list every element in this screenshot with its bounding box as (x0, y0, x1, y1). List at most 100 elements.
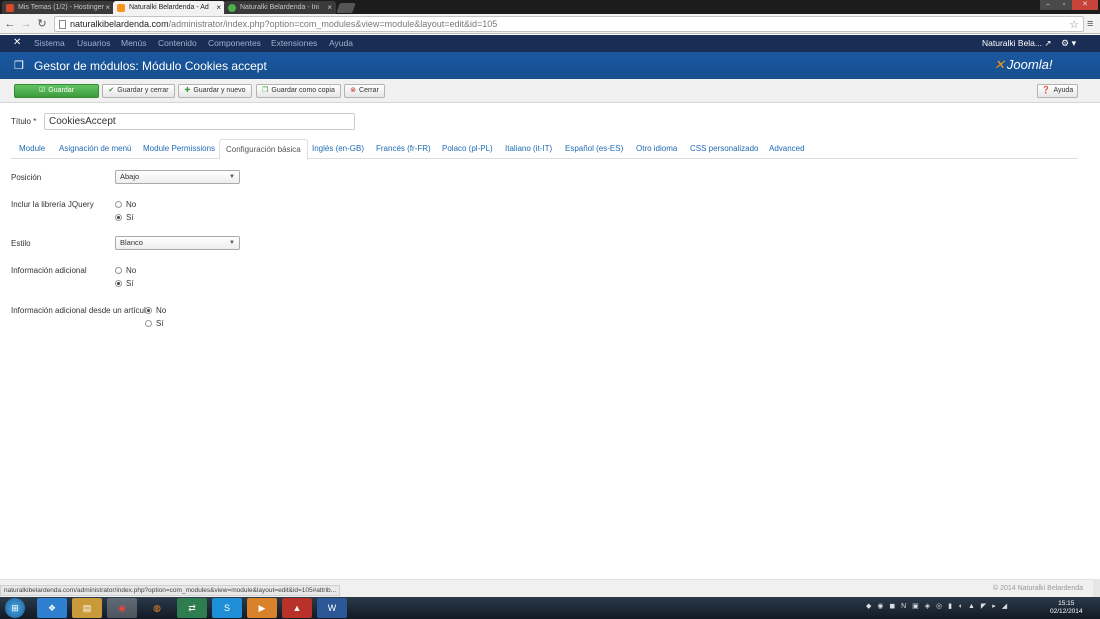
system-tray[interactable]: ◆ ◉ ◼ N ▣ ◈ ◎ ▮ ◖ ▲ ◤ ▸ ◢ (866, 602, 1009, 610)
tab-css-personalizado[interactable]: CSS personalizado (690, 139, 758, 159)
info-article-si-radio[interactable] (145, 320, 152, 327)
site-favicon-icon (228, 4, 236, 12)
media-icon[interactable]: ▶ (247, 598, 277, 618)
dropbox-icon[interactable]: ❖ (37, 598, 67, 618)
tab-label: Naturalki Belardenda - Ad (129, 4, 209, 11)
menu-menus[interactable]: Menús (121, 35, 147, 52)
module-cube-icon: ❒ (14, 60, 24, 72)
chevron-down-icon: ▼ (229, 240, 235, 246)
reload-icon[interactable]: ↻ (36, 17, 48, 31)
help-button[interactable]: ❓ Ayuda (1037, 84, 1078, 98)
plus-icon: ✚ (184, 87, 191, 94)
info-no-radio[interactable] (115, 267, 122, 274)
joomla-favicon-icon (117, 4, 125, 12)
menu-sistema[interactable]: Sistema (34, 35, 65, 52)
save-new-button[interactable]: ✚ Guardar y nuevo (178, 84, 252, 98)
title-label: Título * (11, 117, 37, 126)
title-input[interactable]: CookiesAccept (44, 113, 355, 130)
tab-otro-idioma[interactable]: Otro idioma (636, 139, 677, 159)
joomla-logo-icon[interactable]: ✕ (13, 37, 21, 48)
tab-label: Naturalki Belardenda - Ini (240, 4, 319, 11)
browser-tab-admin[interactable]: Naturalki Belardenda - Ad × (113, 1, 225, 14)
tab-frances[interactable]: Francés (fr-FR) (376, 139, 431, 159)
windows-start-icon[interactable]: ⊞ (5, 598, 25, 618)
info-article-no-radio[interactable] (145, 307, 152, 314)
style-label: Estilo (11, 239, 31, 248)
tab-ingles[interactable]: Inglés (en-GB) (312, 139, 364, 159)
close-button[interactable]: ⊗ Cerrar (344, 84, 385, 98)
info-no-label: No (126, 266, 137, 275)
joomla-brand-logo: ✕ Joomla! (994, 57, 1053, 72)
browser-menu-icon[interactable]: ≡ (1087, 18, 1093, 30)
save-close-button[interactable]: ✔ Guardar y cerrar (102, 84, 175, 98)
info-si-label: Sí (126, 279, 134, 288)
page-title: Gestor de módulos: Módulo Cookies accept (34, 59, 267, 73)
browser-tab-hostinger[interactable]: Mis Temas (1/2) - Hostinger × (2, 1, 114, 14)
user-gear-menu[interactable]: ⚙ ▾ (1061, 35, 1076, 52)
menu-ayuda[interactable]: Ayuda (329, 35, 353, 52)
maximize-button[interactable]: ▫ (1056, 0, 1072, 10)
close-tab-icon[interactable]: × (216, 1, 221, 14)
clock[interactable]: 15:15 02/12/2014 (1050, 600, 1083, 616)
page-header: ❒ Gestor de módulos: Módulo Cookies acce… (0, 52, 1100, 79)
skype-icon[interactable]: S (212, 598, 242, 618)
explorer-icon[interactable]: ▤ (72, 598, 102, 618)
jquery-label: Inclur la librería JQuery (11, 200, 94, 209)
firefox-icon[interactable]: ◍ (142, 598, 172, 618)
hostinger-favicon-icon (6, 4, 14, 12)
cancel-icon: ⊗ (350, 87, 357, 94)
tab-espanol[interactable]: Español (es-ES) (565, 139, 623, 159)
browser-tab-site[interactable]: Naturalki Belardenda - Ini × (224, 1, 336, 14)
site-link[interactable]: Naturalki Bela... ↗ (982, 35, 1052, 52)
info-article-label: Información adicional desde un artículo (11, 306, 151, 315)
filezilla-icon[interactable]: ▲ (282, 598, 312, 618)
forward-arrow-icon[interactable]: → (20, 17, 32, 31)
style-select[interactable]: Blanco ▼ (115, 236, 240, 250)
jquery-no-radio[interactable] (115, 201, 122, 208)
copy-icon: ❐ (262, 87, 269, 94)
jquery-no-label: No (126, 200, 137, 209)
check-icon: ✔ (108, 87, 115, 94)
info-article-no-label: No (156, 306, 167, 315)
address-bar[interactable]: naturalkibelardenda.com/administrator/in… (54, 16, 1084, 32)
menu-contenido[interactable]: Contenido (158, 35, 197, 52)
check-icon: ☑ (39, 87, 46, 94)
jquery-si-radio[interactable] (115, 214, 122, 221)
chevron-down-icon: ▼ (229, 174, 235, 180)
info-article-si-label: Sí (156, 319, 164, 328)
external-link-icon: ↗ (1044, 38, 1052, 48)
close-tab-icon[interactable]: × (105, 1, 110, 14)
tab-advanced[interactable]: Advanced (769, 139, 805, 159)
question-icon: ❓ (1041, 87, 1051, 94)
back-arrow-icon[interactable]: ← (4, 17, 16, 31)
chrome-icon[interactable]: ◉ (107, 598, 137, 618)
word-icon[interactable]: W (317, 598, 347, 618)
copyright-text: © 2014 Naturalki Belardenda (993, 585, 1083, 592)
info-si-radio[interactable] (115, 280, 122, 287)
scrollbar[interactable] (1093, 579, 1100, 597)
tab-italiano[interactable]: Italiano (it-IT) (505, 139, 552, 159)
minimize-button[interactable]: – (1040, 0, 1056, 10)
tab-module[interactable]: Module (19, 139, 45, 159)
tab-configuracion-basica[interactable]: Configuración básica (219, 139, 308, 160)
position-label: Posición (11, 173, 42, 182)
menu-componentes[interactable]: Componentes (208, 35, 261, 52)
network-icon[interactable]: ⇄ (177, 598, 207, 618)
menu-usuarios[interactable]: Usuarios (77, 35, 111, 52)
close-tab-icon[interactable]: × (327, 1, 332, 14)
tab-asignacion-menu[interactable]: Asignación de menú (59, 139, 132, 159)
save-copy-button[interactable]: ❐ Guardar como copia (256, 84, 341, 98)
save-button[interactable]: ☑ Guardar (14, 84, 99, 98)
module-tabs: Module Asignación de menú Module Permiss… (11, 139, 1078, 160)
bookmark-star-icon[interactable]: ☆ (1069, 18, 1079, 31)
window-close-button[interactable]: ✕ (1072, 0, 1098, 10)
info-label: Información adicional (11, 266, 87, 275)
tab-polaco[interactable]: Polaco (pl-PL) (442, 139, 493, 159)
joomla-mark-icon: ✕ (994, 57, 1005, 72)
tab-label: Mis Temas (1/2) - Hostinger (18, 4, 104, 11)
status-url: naturalkibelardenda.com/administrator/in… (0, 585, 341, 596)
menu-extensiones[interactable]: Extensiones (271, 35, 317, 52)
tab-module-permissions[interactable]: Module Permissions (143, 139, 215, 159)
position-select[interactable]: Abajo ▼ (115, 170, 240, 184)
url-text: naturalkibelardenda.com/administrator/in… (70, 19, 498, 29)
